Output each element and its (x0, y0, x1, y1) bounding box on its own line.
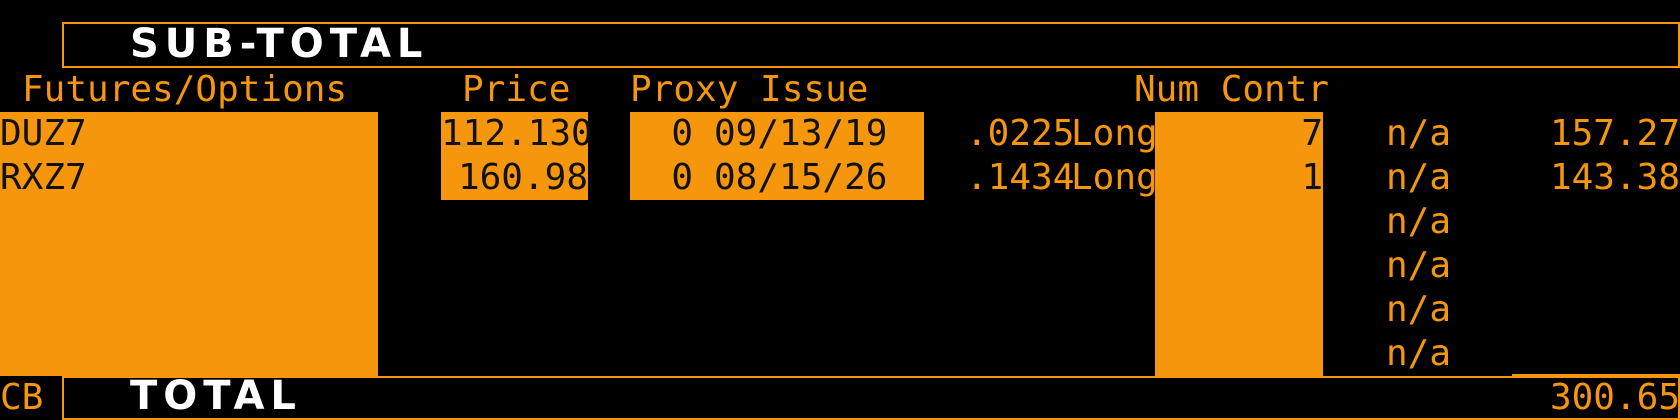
row-2-ticker[interactable]: RXZ7 (0, 156, 87, 200)
row-2-contracts[interactable]: 1 (1155, 156, 1323, 200)
subtotal-title: SUB-TOTAL (130, 21, 429, 67)
row-1-ticker[interactable]: DUZ7 (0, 112, 87, 156)
row-2-status: n/a (1386, 157, 1452, 198)
row-1-ratio: .0225 (966, 113, 1075, 154)
row-1-contracts[interactable]: 7 (1155, 112, 1323, 156)
row-2-value: 143.38 (1549, 157, 1680, 198)
row-1-price[interactable]: 112.130 (441, 112, 593, 156)
row-1-value: 157.27 (1549, 113, 1680, 154)
row-4-status: n/a (1386, 245, 1452, 286)
total-title: TOTAL (130, 373, 302, 419)
row-2-proxy-qty[interactable]: 0 (630, 156, 693, 200)
header-num-contr: Num Contr (1134, 69, 1330, 110)
row-1-side: Long (1071, 113, 1158, 154)
row-2-proxy-date[interactable]: 08/15/26 (714, 156, 887, 200)
header-proxy-issue: Proxy Issue (630, 69, 869, 110)
total-banner (62, 376, 1680, 420)
row-5-status: n/a (1386, 289, 1452, 330)
footer-code: CB (0, 377, 44, 418)
row-2-side: Long (1071, 157, 1158, 198)
header-futures-options: Futures/Options (22, 69, 348, 110)
header-price: Price (462, 69, 571, 110)
total-value: 300.65 (1549, 377, 1680, 418)
row-1-proxy-date[interactable]: 09/13/19 (714, 112, 887, 156)
row-1-status: n/a (1386, 113, 1452, 154)
row-2-price[interactable]: 160.98 (441, 156, 588, 200)
row-6-status: n/a (1386, 333, 1452, 374)
row-2-ratio: .1434 (966, 157, 1075, 198)
row-3-status: n/a (1386, 201, 1452, 242)
row-1-proxy-qty[interactable]: 0 (630, 112, 693, 156)
